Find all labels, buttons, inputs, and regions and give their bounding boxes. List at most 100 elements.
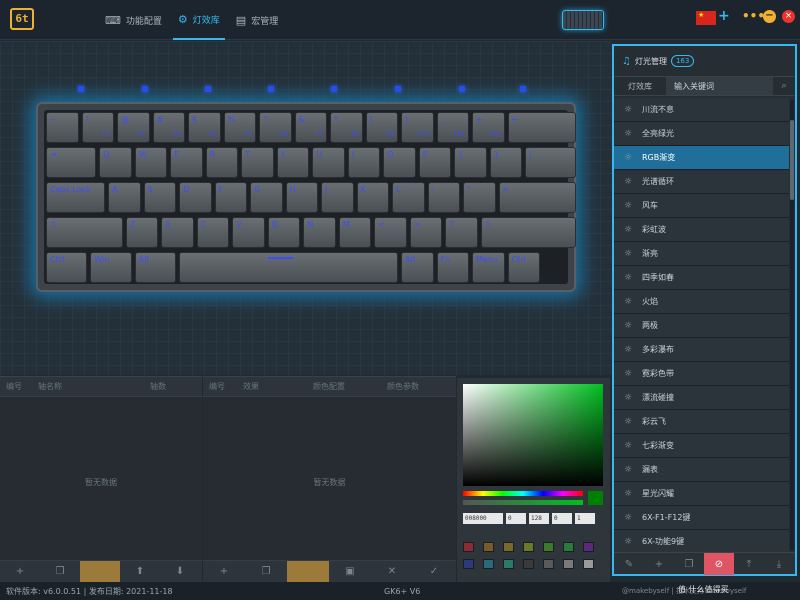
add-device-button[interactable]: + — [718, 8, 730, 24]
color-swatch[interactable] — [503, 542, 514, 552]
keyboard-key[interactable]: < — [374, 217, 407, 248]
search-icon[interactable]: ⌕ — [773, 77, 795, 95]
effect-list-item[interactable]: ☼ 风车 — [614, 194, 789, 218]
keyboard-key[interactable]: | — [525, 147, 576, 178]
delete-effect-button[interactable]: ✕ — [371, 561, 413, 583]
keyboard-key[interactable]: ← — [507, 112, 576, 143]
copy-effect-button[interactable]: ❐ — [245, 561, 287, 583]
effect-list-item[interactable]: ☼ 6X-F1-F12键 — [614, 506, 789, 530]
color-swatch[interactable] — [563, 542, 574, 552]
scroll-thumb[interactable] — [790, 120, 794, 200]
export-effect-button[interactable]: ⤓ — [764, 553, 794, 575]
keyboard-key[interactable]: P — [418, 147, 452, 178]
keyboard-key[interactable]: { — [454, 147, 487, 178]
color-swatch[interactable] — [463, 542, 474, 552]
keyboard-key[interactable]: + F12 — [472, 112, 505, 143]
effect-list-item[interactable]: ☼ 彩虹波 — [614, 218, 789, 242]
keyboard-key[interactable]: T — [241, 147, 274, 178]
green-input[interactable]: 128 — [529, 513, 549, 524]
effect-list-item[interactable]: ☼ 星光闪耀 — [614, 482, 789, 506]
keyboard-key[interactable]: ^ F6 — [259, 112, 292, 143]
keyboard-key[interactable]: # F3 — [152, 112, 185, 143]
keyboard-key[interactable]: A — [108, 182, 141, 213]
keyboard-key[interactable]: Fn — [436, 252, 469, 283]
keyboard-key[interactable]: R — [205, 147, 239, 178]
effect-list-item[interactable]: ☼ 多彩瀑布 — [614, 338, 789, 362]
delete-effect-button[interactable]: ⊘ — [704, 553, 734, 575]
keyboard-key[interactable]: O — [383, 147, 416, 178]
search-input[interactable]: 输入关键词 — [666, 77, 773, 95]
color-swatch[interactable] — [543, 559, 554, 569]
effect-list-item[interactable]: ☼ 全亮绿光 — [614, 122, 789, 146]
keyboard-key[interactable]: F — [214, 182, 248, 213]
color-swatch[interactable] — [583, 559, 594, 569]
effect-list-item[interactable]: ☼ 四季如春 — [614, 266, 789, 290]
effect-list-item[interactable]: ☼ 霓彩色带 — [614, 362, 789, 386]
effect-color-button[interactable] — [287, 560, 329, 583]
keyboard-key[interactable]: Caps Lock — [46, 182, 106, 213]
keyboard-key[interactable]: S — [143, 182, 177, 213]
move-up-button[interactable]: ⬆ — [120, 561, 160, 583]
keyboard-key[interactable]: U — [312, 147, 345, 178]
saturation-value-area[interactable] — [463, 384, 603, 486]
keyboard-key[interactable]: : — [427, 182, 461, 213]
layer-color-button[interactable] — [80, 560, 120, 583]
add-effect-button[interactable]: + — [203, 561, 245, 583]
keyboard-key[interactable]: _ F11 — [436, 112, 469, 143]
keyboard-key[interactable]: K — [356, 182, 390, 213]
color-swatch[interactable] — [463, 559, 474, 569]
color-swatch[interactable] — [483, 559, 494, 569]
color-swatch[interactable] — [563, 559, 574, 569]
hue-slider[interactable] — [463, 491, 583, 496]
language-flag-icon[interactable]: ★ — [696, 11, 716, 25]
red-input[interactable]: 0 — [506, 513, 526, 524]
color-swatch[interactable] — [523, 559, 534, 569]
effect-list-item[interactable]: ☼ 火焰 — [614, 290, 789, 314]
keyboard-key[interactable]: I — [347, 147, 381, 178]
keyboard-key[interactable]: @ F2 — [117, 112, 150, 143]
keyboard-key[interactable]: > — [409, 217, 443, 248]
keyboard-key[interactable]: ! F1 — [81, 112, 114, 143]
effect-list-item[interactable]: ☼ 川流不息 — [614, 98, 789, 122]
keyboard-key[interactable]: C — [196, 217, 230, 248]
alpha-input[interactable]: 1 — [575, 513, 595, 524]
keyboard-key[interactable]: Alt — [401, 252, 434, 283]
keyboard-key[interactable]: E — [170, 147, 203, 178]
add-layer-button[interactable]: + — [0, 561, 40, 583]
tab-function-config[interactable]: ⌨ 功能配置 — [100, 0, 167, 40]
effect-list-item[interactable]: ☼ 光谱循环 — [614, 170, 789, 194]
keyboard-key[interactable] — [179, 252, 398, 283]
keyboard-key[interactable]: ~ ` — [46, 112, 79, 143]
tab-effect-library[interactable]: 灯效库 — [614, 77, 666, 95]
color-swatch[interactable] — [503, 559, 514, 569]
effect-list-item[interactable]: ☼ 彩云飞 — [614, 410, 789, 434]
keyboard-key[interactable]: Q — [99, 147, 132, 178]
effect-list-item[interactable]: ☼ RGB渐变 — [614, 146, 789, 170]
effect-list-scrollbar[interactable] — [790, 100, 794, 550]
keyboard-key[interactable]: Win — [90, 252, 132, 283]
keyboard-key[interactable]: ⇧ — [480, 217, 576, 248]
close-button[interactable]: × — [782, 10, 795, 23]
keyboard-key[interactable]: V — [232, 217, 265, 248]
edit-effect-button[interactable]: ✎ — [614, 553, 644, 575]
keyboard-key[interactable]: Menu — [472, 252, 505, 283]
keyboard-key[interactable]: M — [338, 217, 372, 248]
minimize-button[interactable]: − — [763, 10, 776, 23]
keyboard-key[interactable]: J — [321, 182, 354, 213]
effect-list-item[interactable]: ☼ 漂流碰撞 — [614, 386, 789, 410]
keyboard-key[interactable]: H — [285, 182, 319, 213]
effect-list-item[interactable]: ☼ 6X-功能9键 — [614, 530, 789, 554]
keyboard-key[interactable]: Z — [125, 217, 159, 248]
effect-list-item[interactable]: ☼ 两极 — [614, 314, 789, 338]
keyboard-key[interactable]: Y — [276, 147, 310, 178]
keyboard-key[interactable]: " — [463, 182, 496, 213]
keyboard-key[interactable]: L — [392, 182, 425, 213]
keyboard-key[interactable]: X — [161, 217, 194, 248]
preview-effect-button[interactable]: ▣ — [329, 561, 371, 583]
hex-input[interactable]: 008000 — [463, 513, 503, 524]
keyboard-key[interactable]: W — [134, 147, 168, 178]
keyboard-key[interactable]: ⇥ — [46, 147, 97, 178]
effect-list-item[interactable]: ☼ 渐亮 — [614, 242, 789, 266]
keyboard-key[interactable]: * F8 — [330, 112, 363, 143]
color-swatch[interactable] — [543, 542, 554, 552]
